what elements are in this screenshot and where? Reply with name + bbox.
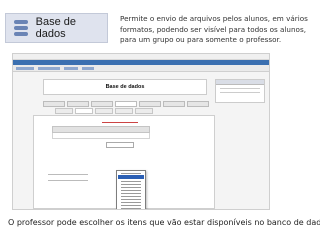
table-header bbox=[52, 126, 150, 133]
tab-7[interactable] bbox=[187, 101, 209, 107]
slide-title: Base de dados bbox=[35, 16, 76, 40]
dropdown-option-selected[interactable] bbox=[118, 175, 144, 179]
database-icon bbox=[14, 20, 28, 36]
slide-description: Permite o envio de arquivos pelos alunos… bbox=[120, 14, 308, 44]
tab-6[interactable] bbox=[163, 101, 185, 107]
field-label bbox=[48, 174, 88, 175]
dropdown-option[interactable] bbox=[121, 193, 141, 194]
dropdown-option[interactable] bbox=[121, 173, 141, 174]
dropdown-option[interactable] bbox=[121, 196, 141, 197]
side-block bbox=[215, 79, 265, 103]
field-type-dropdown[interactable] bbox=[116, 170, 146, 209]
field-type-select[interactable] bbox=[106, 142, 134, 148]
embedded-screenshot: Base de dados bbox=[12, 53, 270, 210]
tab-1[interactable] bbox=[43, 101, 65, 107]
table-row bbox=[52, 133, 150, 139]
subtab-3[interactable] bbox=[95, 108, 113, 114]
tab-bar bbox=[43, 101, 209, 107]
breadcrumb bbox=[13, 65, 269, 72]
subtab-1[interactable] bbox=[55, 108, 73, 114]
subtab-4[interactable] bbox=[115, 108, 133, 114]
slide-caption: O professor pode escolher os itens que v… bbox=[8, 218, 320, 227]
fields-table bbox=[52, 126, 150, 139]
slide-title-badge: Base de dados bbox=[5, 13, 108, 43]
dropdown-option[interactable] bbox=[121, 184, 141, 185]
dropdown-option[interactable] bbox=[121, 187, 141, 188]
notice-text bbox=[102, 122, 138, 123]
tab-5[interactable] bbox=[139, 101, 161, 107]
tab-4[interactable] bbox=[115, 101, 137, 107]
dropdown-option[interactable] bbox=[121, 190, 141, 191]
dropdown-option[interactable] bbox=[121, 208, 141, 209]
tab-2[interactable] bbox=[67, 101, 89, 107]
subtab-bar bbox=[55, 108, 153, 114]
tab-3[interactable] bbox=[91, 101, 113, 107]
page-title: Base de dados bbox=[43, 79, 207, 95]
subtab-2[interactable] bbox=[75, 108, 93, 114]
dropdown-option[interactable] bbox=[121, 181, 141, 182]
dropdown-option[interactable] bbox=[121, 205, 141, 206]
dropdown-option[interactable] bbox=[121, 199, 141, 200]
field-label bbox=[48, 180, 88, 181]
dropdown-option[interactable] bbox=[121, 202, 141, 203]
subtab-5[interactable] bbox=[135, 108, 153, 114]
